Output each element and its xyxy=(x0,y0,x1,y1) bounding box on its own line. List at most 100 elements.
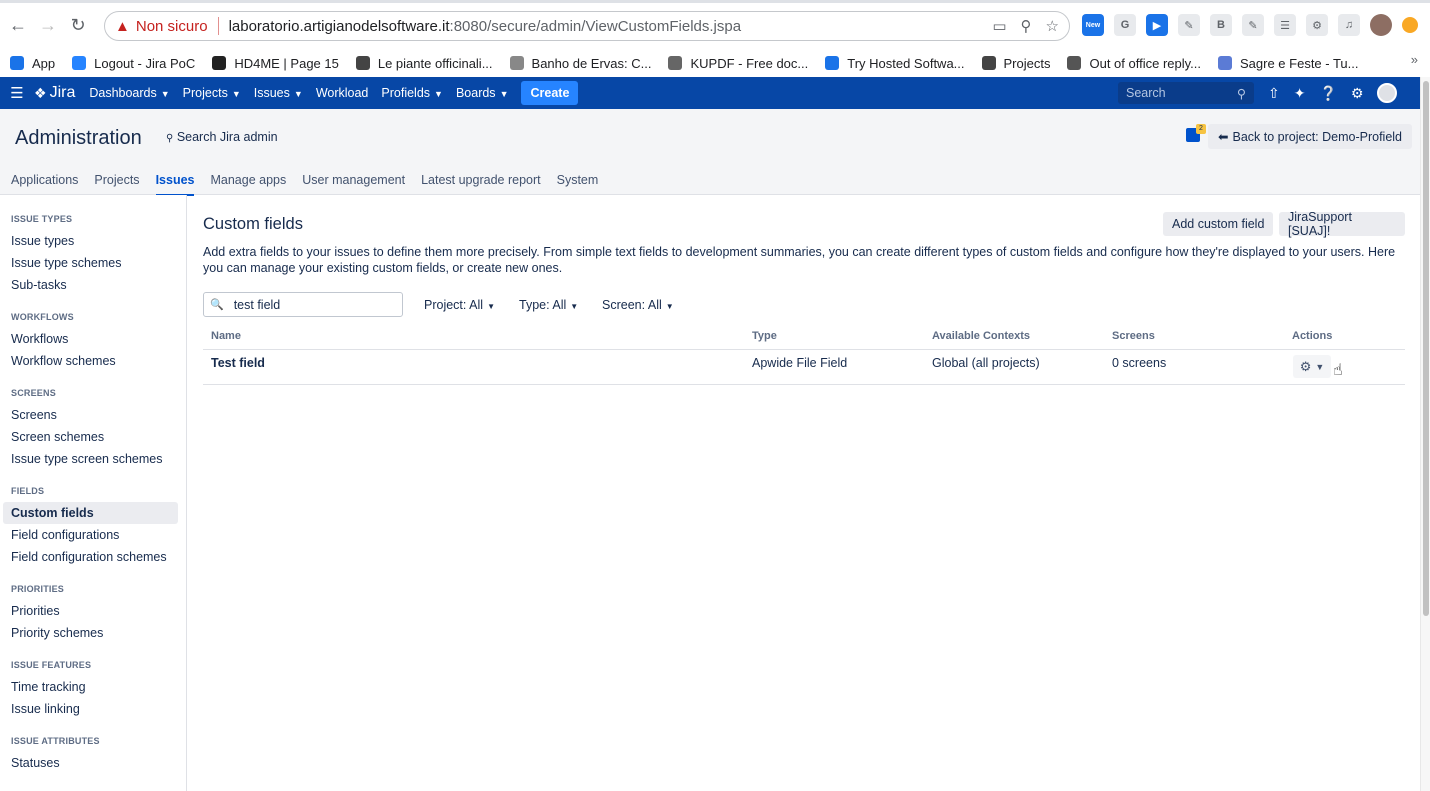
sidebar-item-priorities[interactable]: Priorities xyxy=(3,600,178,622)
custom-field-search-field[interactable]: 🔍 xyxy=(203,292,403,317)
zoom-icon[interactable]: ⚲ xyxy=(1021,17,1032,35)
nav-projects[interactable]: Projects ▼ xyxy=(183,86,241,100)
sidebar-item-priority-schemes[interactable]: Priority schemes xyxy=(3,622,178,644)
sidebar-item-custom-fields[interactable]: Custom fields xyxy=(3,502,178,524)
back-arrow-icon[interactable]: ← xyxy=(6,13,30,37)
sidebar-item-issue-type-schemes[interactable]: Issue type schemes xyxy=(3,252,178,274)
sidebar-item-sub-tasks[interactable]: Sub-tasks xyxy=(3,274,178,296)
sidebar-item-issue-types[interactable]: Issue types xyxy=(3,230,178,252)
tab-manage-apps[interactable]: Manage apps xyxy=(210,173,286,196)
bookmark-item[interactable]: App xyxy=(10,56,55,71)
add-custom-field-button[interactable]: Add custom field xyxy=(1163,212,1274,236)
admin-search-link[interactable]: ⚲ Search Jira admin xyxy=(166,130,278,144)
bookmark-item[interactable]: KUPDF - Free doc... xyxy=(668,56,808,71)
extension-new-icon[interactable]: New xyxy=(1082,14,1104,36)
address-bar[interactable]: ▲ Non sicuro laboratorio.artigianodelsof… xyxy=(104,11,1070,41)
tab-latest-upgrade-report[interactable]: Latest upgrade report xyxy=(421,173,541,196)
bookmark-item[interactable]: Logout - Jira PoC xyxy=(72,56,195,71)
bookmark-item[interactable]: Sagre e Feste - Tu... xyxy=(1218,56,1359,71)
nav-boards[interactable]: Boards ▼ xyxy=(456,86,509,100)
menu-icon[interactable]: ☰ xyxy=(0,84,34,102)
forward-arrow-icon[interactable]: → xyxy=(36,13,60,37)
screen-filter-dropdown[interactable]: Screen: All ▼ xyxy=(602,298,674,312)
sidebar-item-field-configurations[interactable]: Field configurations xyxy=(3,524,178,546)
user-avatar[interactable] xyxy=(1377,83,1398,103)
admin-header: Administration ⚲ Search Jira admin 2 ⬅ B… xyxy=(0,109,1420,196)
bookmark-favicon-icon xyxy=(981,56,996,70)
sidebar-item-workflow-schemes[interactable]: Workflow schemes xyxy=(3,350,178,372)
bookmark-item[interactable]: Le piante officinali... xyxy=(355,55,493,71)
nav-projects-label: Projects xyxy=(182,86,228,100)
extension-g-icon[interactable]: G xyxy=(1114,14,1136,36)
profile-avatar-icon[interactable] xyxy=(1370,14,1392,36)
jira-support-button[interactable]: JiraSupport [SUAJ]! xyxy=(1279,210,1405,238)
playlist-icon[interactable]: ♫ xyxy=(1338,14,1360,36)
bookmark-label: Le piante officinali... xyxy=(377,55,493,71)
nav-boards-label: Boards xyxy=(455,86,496,100)
reload-icon[interactable]: ↻ xyxy=(66,13,90,37)
help-icon[interactable]: ❔ xyxy=(1319,85,1336,102)
bookmark-item[interactable]: Try Hosted Softwa... xyxy=(825,56,965,71)
row-actions-button[interactable]: ⚙ ▼ xyxy=(1293,355,1331,378)
page-description: Add extra fields to your issues to defin… xyxy=(203,245,1396,275)
bookmark-label: Out of office reply... xyxy=(1089,55,1201,71)
sidebar-item-screens[interactable]: Screens xyxy=(3,404,178,426)
bookmarks-overflow-icon[interactable]: » xyxy=(1411,52,1418,67)
bookmark-label: HD4ME | Page 15 xyxy=(234,55,339,71)
nav-profields[interactable]: Profields ▼ xyxy=(381,86,443,100)
sidebar-item-screen-schemes[interactable]: Screen schemes xyxy=(3,426,178,448)
chevron-down-icon: ▼ xyxy=(293,89,303,99)
scrollbar-thumb[interactable] xyxy=(1423,81,1429,616)
jira-top-nav: ☰ ❖ Jira Dashboards ▼ Projects ▼ Issues ▼ W… xyxy=(0,77,1430,109)
bookmark-star-icon[interactable]: ☆ xyxy=(1046,17,1059,35)
bookmark-label: Sagre e Feste - Tu... xyxy=(1240,55,1359,71)
bookmark-label: Banho de Ervas: C... xyxy=(531,55,652,71)
nav-dashboards[interactable]: Dashboards ▼ xyxy=(89,86,169,100)
settings-gear-icon[interactable]: ⚙ xyxy=(1351,85,1364,102)
bookmark-item[interactable]: Out of office reply... xyxy=(1067,56,1201,71)
extension-doc-icon[interactable]: ✎ xyxy=(1178,14,1200,36)
nav-issues-label: Issues xyxy=(253,86,290,100)
field-screens-cell[interactable]: 0 screens xyxy=(1112,356,1166,370)
sidebar-item-issue-type-screen-schemes[interactable]: Issue type screen schemes xyxy=(3,448,178,470)
tab-projects[interactable]: Projects xyxy=(94,173,139,196)
sidebar-section-title: SCREENS xyxy=(11,388,56,398)
sidebar-item-field-configuration-schemes[interactable]: Field configuration schemes xyxy=(3,546,178,568)
column-header-name[interactable]: Name xyxy=(211,330,241,342)
extension-video-icon[interactable]: ▶ xyxy=(1146,14,1168,36)
back-to-project-button[interactable]: ⬅ Back to project: Demo-Profield xyxy=(1208,124,1412,149)
extension-b-icon[interactable]: B xyxy=(1210,14,1232,36)
global-search-input[interactable]: Search ⚲ xyxy=(1118,82,1254,104)
page-scrollbar[interactable] xyxy=(1420,77,1430,791)
nav-workload[interactable]: Workload xyxy=(316,86,369,100)
bookmark-item[interactable]: Projects xyxy=(981,56,1050,71)
puzzle-icon[interactable]: ⚙ xyxy=(1306,14,1328,36)
announcement-icon[interactable]: ✦ xyxy=(1294,85,1306,102)
bookmark-favicon-icon xyxy=(212,56,227,70)
nav-issues[interactable]: Issues ▼ xyxy=(254,86,303,100)
update-indicator-icon[interactable] xyxy=(1402,17,1418,33)
project-filter-dropdown[interactable]: Project: All ▼ xyxy=(424,298,495,312)
tab-issues[interactable]: Issues xyxy=(155,173,195,196)
bookmark-item[interactable]: Banho de Ervas: C... xyxy=(509,55,652,71)
bookmark-favicon-icon xyxy=(509,56,524,70)
type-filter-dropdown[interactable]: Type: All ▼ xyxy=(519,298,578,312)
jira-logo[interactable]: ❖ Jira xyxy=(34,84,75,102)
extension-icons: New G ▶ ✎ B ✎ ☰ ⚙ ♫ xyxy=(1082,14,1418,36)
sidebar-item-workflows[interactable]: Workflows xyxy=(3,328,178,350)
sidebar-item-time-tracking[interactable]: Time tracking xyxy=(3,676,178,698)
top-nav-icons: ⇧ ✦ ❔ ⚙ xyxy=(1268,83,1398,103)
extension-edit-icon[interactable]: ✎ xyxy=(1242,14,1264,36)
cast-icon[interactable]: ▭ xyxy=(992,17,1006,35)
tab-user-management[interactable]: User management xyxy=(302,173,405,196)
create-button[interactable]: Create xyxy=(521,81,579,105)
bookmark-item[interactable]: HD4ME | Page 15 xyxy=(212,56,339,71)
tab-system[interactable]: System xyxy=(557,173,599,196)
sidebar-item-issue-linking[interactable]: Issue linking xyxy=(3,698,178,720)
extension-form-icon[interactable]: ☰ xyxy=(1274,14,1296,36)
tab-applications[interactable]: Applications xyxy=(11,173,78,196)
upload-icon[interactable]: ⇧ xyxy=(1268,85,1280,102)
custom-field-search-input[interactable] xyxy=(233,297,394,312)
sidebar-item-statuses[interactable]: Statuses xyxy=(3,752,178,774)
